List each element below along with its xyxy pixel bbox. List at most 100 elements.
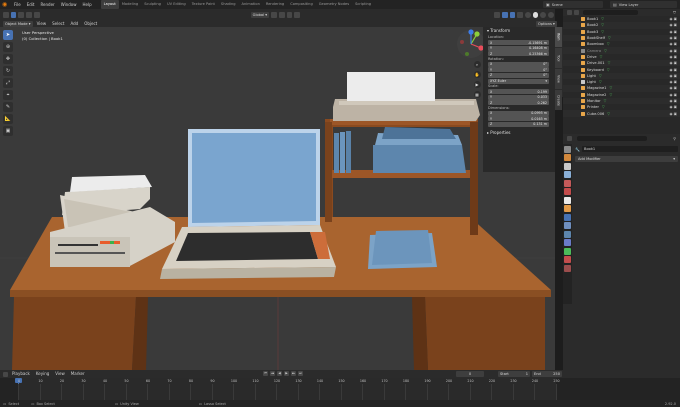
timeline-menu-playback[interactable]: Playback [9,370,33,378]
timeline-menu-marker[interactable]: Marker [68,370,88,378]
timeline-editor-icon[interactable] [3,371,8,377]
jump-key-forward-icon[interactable]: ▸▸ [291,371,296,376]
filter-icon[interactable]: ⛉ [673,10,676,15]
menu-window[interactable]: Window [58,0,80,9]
tab-layout[interactable]: Layout [100,0,119,9]
rotation-mode-dropdown[interactable]: XYZ Euler ▾ [488,78,549,84]
tab-geometry-nodes[interactable]: Geometry Nodes [316,0,352,9]
xray-icon[interactable] [517,11,523,18]
data-tab-icon[interactable] [564,247,571,255]
options-dropdown[interactable]: Options ▾ [536,20,557,27]
dimensions-field-z[interactable]: Z 0.131 m [488,121,549,127]
visibility-eye-icon[interactable]: ◉ ▣ [670,42,677,46]
blender-logo-icon[interactable]: ◉ [2,1,9,8]
start-frame-field[interactable]: Start 1 [498,371,530,377]
select-tool-icon[interactable]: ➤ [3,30,13,40]
editor-type-icon[interactable] [3,11,9,18]
add-modifier-button[interactable]: Add Modifier ▾ [575,156,678,162]
visibility-eye-icon[interactable]: ◉ ▣ [670,105,677,109]
visibility-eye-icon[interactable]: ◉ ▣ [670,80,677,84]
rotate-tool-icon[interactable]: ↻ [3,66,13,76]
menu-render[interactable]: Render [37,0,57,9]
render-tab-icon[interactable] [564,154,571,161]
select-invert-icon[interactable] [33,11,40,18]
object-tab-icon[interactable] [564,205,571,212]
location-field-y[interactable]: Y 0.16408 m [488,45,549,51]
tab-scripting[interactable]: Scripting [352,0,374,9]
jump-end-icon[interactable]: ⏭ [298,371,303,376]
properties-search-input[interactable] [577,135,647,141]
world-tab-icon[interactable] [564,188,571,195]
transform-section-header[interactable]: ▾ Transform [483,27,555,35]
select-subtract-icon[interactable] [26,11,32,18]
tab-sculpting[interactable]: Sculpting [141,0,164,9]
transform-tool-icon[interactable]: ⌖ [3,90,13,100]
visibility-eye-icon[interactable]: ◉ ▣ [670,74,677,78]
shading-solid-icon[interactable] [532,11,539,18]
measure-tool-icon[interactable]: 📐 [3,114,13,124]
menu-file[interactable]: File [11,0,24,9]
add-cube-tool-icon[interactable]: ▣ [3,126,13,136]
timeline-ruler[interactable]: 0 10 20 30 40 50 60 70 80 90 100 110 120 130 140 150 160… [0,378,680,400]
scene-tab-icon[interactable] [564,179,571,187]
tab-rendering[interactable]: Rendering [263,0,287,9]
shading-material-icon[interactable] [540,11,547,18]
end-frame-field[interactable]: End 250 [532,371,562,377]
visibility-eye-icon[interactable]: ◉ ▣ [670,93,677,97]
camera-view-icon[interactable]: ▶ [473,81,481,88]
visibility-eye-icon[interactable]: ◉ ▣ [670,17,677,21]
object-name-field[interactable]: Book1 [581,146,678,152]
view-layer-selector[interactable]: ▤ View Layer [610,1,677,8]
proportional-edit-icon[interactable] [286,11,293,18]
rotation-field-x[interactable]: X 0° [488,61,549,67]
pan-icon[interactable]: ✋ [473,71,481,78]
constraints-tab-icon[interactable] [564,239,571,246]
sidebar-tab-item[interactable]: Item [555,27,562,47]
object-mode-dropdown[interactable]: Object Mode ▾ [3,20,33,27]
location-field-x[interactable]: X -0.15691 m [488,40,549,45]
rotation-field-y[interactable]: Y 0° [488,67,549,72]
jump-start-icon[interactable]: ⏮ [263,371,268,376]
perspective-toggle-icon[interactable]: ▦ [473,91,481,98]
jump-key-back-icon[interactable]: ◂◂ [270,371,275,376]
timeline-menu-view[interactable]: View [52,370,68,378]
collection-tab-icon[interactable] [564,196,571,204]
gizmo-icon[interactable] [501,11,508,18]
scene-selector[interactable]: ▣ Scene [543,1,603,8]
visibility-icon[interactable] [494,11,500,18]
tab-texture-paint[interactable]: Texture Paint [189,0,218,9]
zoom-icon[interactable]: ⌕ [473,61,481,68]
scale-field-x[interactable]: X 0.199 [488,89,549,94]
snap-icon[interactable] [278,11,285,18]
particles-tab-icon[interactable] [564,222,571,229]
tab-animation[interactable]: Animation [239,0,263,9]
tab-modeling[interactable]: Modeling [119,0,141,9]
material-tab-icon[interactable] [564,256,571,263]
dimensions-field-y[interactable]: Y 0.0165 m [488,116,549,121]
view-layer-tab-icon[interactable] [564,171,571,178]
visibility-eye-icon[interactable]: ◉ ▣ [670,112,677,116]
overlay-icon[interactable] [509,11,516,18]
shading-wireframe-icon[interactable] [524,11,531,18]
location-field-z[interactable]: Z 0.25366 m [488,51,549,56]
texture-tab-icon[interactable] [564,264,571,272]
visibility-eye-icon[interactable]: ◉ ▣ [670,23,677,27]
outliner-editor-icon[interactable] [567,10,572,15]
visibility-eye-icon[interactable]: ◉ ▣ [670,55,677,59]
properties-editor-icon[interactable] [567,135,572,141]
visibility-eye-icon[interactable]: ◉ ▣ [670,36,677,40]
falloff-icon[interactable] [294,11,301,18]
properties-section-header[interactable]: ▸ Properties [483,129,555,137]
pin-icon[interactable]: ⚲ [673,136,676,141]
current-frame-field[interactable]: 0 [456,371,484,377]
sidebar-tab-create[interactable]: Create [555,90,562,110]
display-mode-icon[interactable] [574,10,579,15]
visibility-eye-icon[interactable]: ◉ ▣ [670,49,677,53]
visibility-eye-icon[interactable]: ◉ ▣ [670,99,677,103]
pivot-icon[interactable] [271,11,277,18]
timeline-menu-keying[interactable]: Keying [33,370,52,378]
tab-shading[interactable]: Shading [218,0,239,9]
play-reverse-icon[interactable]: ◀ [277,371,282,376]
visibility-eye-icon[interactable]: ◉ ▣ [670,86,677,90]
dimensions-field-x[interactable]: X 0.0995 m [488,110,549,116]
